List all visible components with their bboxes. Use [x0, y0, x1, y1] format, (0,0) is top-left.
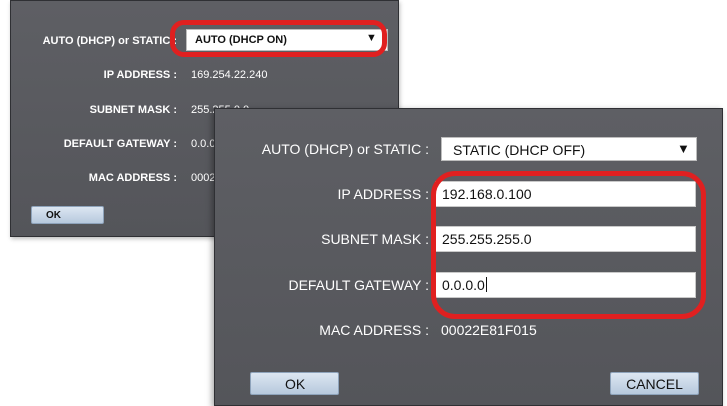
mac-address-label: MAC ADDRESS : — [88, 172, 177, 184]
ip-address-input[interactable]: 192.168.0.100 — [435, 181, 696, 207]
ip-address-value: 169.254.22.240 — [191, 69, 268, 81]
cancel-button[interactable]: CANCEL — [610, 372, 699, 395]
text-cursor — [485, 277, 487, 292]
subnet-mask-input[interactable]: 255.255.255.0 — [435, 226, 696, 252]
ok-button[interactable]: OK — [31, 206, 104, 224]
dhcp-mode-value: AUTO (DHCP ON) — [195, 34, 287, 46]
dropdown-arrow-icon[interactable]: ▼ — [366, 32, 377, 44]
mac-address-value: 00022E81F015 — [441, 322, 537, 338]
dhcp-mode-label: AUTO (DHCP) or STATIC : — [261, 141, 429, 157]
subnet-mask-input-text: 255.255.255.0 — [442, 231, 532, 247]
subnet-mask-label: SUBNET MASK : — [89, 104, 177, 116]
dhcp-mode-select[interactable]: AUTO (DHCP ON) — [186, 29, 388, 51]
default-gateway-input-text: 0.0.0.0 — [442, 277, 485, 293]
default-gateway-input[interactable]: 0.0.0.0 — [435, 272, 696, 298]
default-gateway-label: DEFAULT GATEWAY : — [288, 277, 429, 293]
network-dialog-static: AUTO (DHCP) or STATIC : STATIC (DHCP OFF… — [214, 108, 723, 406]
dropdown-arrow-icon[interactable]: ▼ — [677, 141, 690, 156]
subnet-mask-label: SUBNET MASK : — [321, 231, 429, 247]
mac-address-label: MAC ADDRESS : — [319, 322, 429, 338]
dhcp-mode-value: STATIC (DHCP OFF) — [453, 142, 586, 158]
dhcp-mode-label: AUTO (DHCP) or STATIC : — [42, 35, 177, 47]
ok-button[interactable]: OK — [250, 372, 339, 395]
default-gateway-label: DEFAULT GATEWAY : — [63, 138, 177, 150]
ip-address-label: IP ADDRESS : — [337, 186, 429, 202]
ip-address-input-text: 192.168.0.100 — [442, 186, 532, 202]
ip-address-label: IP ADDRESS : — [103, 69, 177, 81]
dhcp-mode-select[interactable]: STATIC (DHCP OFF) — [441, 137, 697, 161]
